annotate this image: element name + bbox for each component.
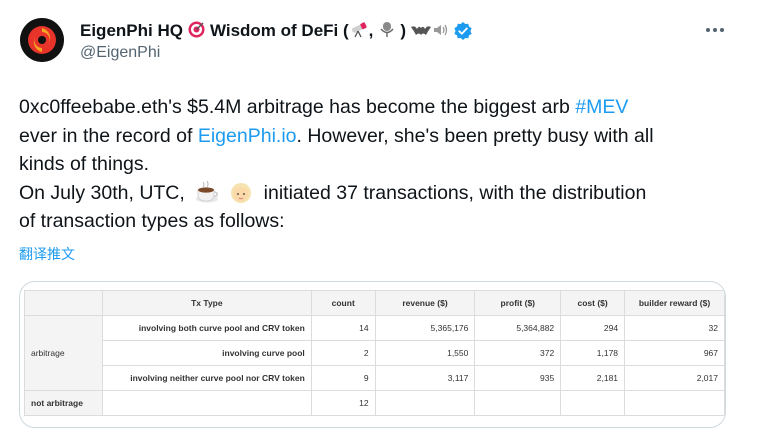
title-suffix: Wisdom of DeFi (	[209, 21, 349, 40]
revenue-cell: 3,117	[374, 365, 476, 391]
table-row: involving curve pool 2 1,550 372 1,178 9…	[25, 340, 725, 366]
table-header-empty	[24, 290, 103, 316]
translate-post-link[interactable]: 翻译推文	[19, 244, 75, 264]
profit-cell: 5,364,882	[474, 315, 562, 341]
tweet-line-5: of transaction types as follows:	[19, 210, 285, 232]
builder-reward-cell	[624, 390, 725, 416]
count-cell: 12	[310, 390, 376, 416]
tx-type-cell: involving neither curve pool nor CRV tok…	[101, 365, 312, 391]
tweet-line-3: kinds of things.	[19, 153, 150, 175]
tweet-text: 0xc0ffeebabe.eth's $5.4M arbitrage has b…	[19, 93, 739, 236]
profit-cell	[474, 390, 562, 416]
cost-cell: 294	[560, 315, 626, 341]
cost-cell: 2,181	[560, 365, 626, 391]
builder-reward-cell: 32	[624, 315, 725, 341]
count-cell: 9	[310, 365, 376, 391]
tweet-media-image[interactable]: Tx Type count revenue ($) profit ($) cos…	[19, 281, 726, 428]
eigenphi-link[interactable]: EigenPhi.io	[198, 125, 297, 147]
cost-cell: 1,178	[560, 340, 626, 366]
table-header-cell: cost ($)	[560, 290, 626, 316]
table-header-cell: profit ($)	[474, 290, 562, 316]
tx-type-cell: involving both curve pool and CRV token	[101, 315, 312, 341]
tx-distribution-table: Tx Type count revenue ($) profit ($) cos…	[24, 290, 725, 416]
tweet-line-4: On July 30th, UTC, initiated 37 transact…	[19, 178, 739, 208]
table-header-cell: revenue ($)	[374, 290, 476, 316]
tweet-text-segment: . However, she's been pretty busy with a…	[296, 124, 654, 147]
cost-cell	[560, 390, 626, 416]
tweet-line-2: ever in the record of EigenPhi.io. Howev…	[19, 122, 739, 151]
table-row: not arbitrage 12	[24, 390, 725, 416]
revenue-cell: 5,365,176	[374, 315, 476, 341]
mev-hashtag-link[interactable]: #MEV	[575, 96, 628, 118]
builder-reward-cell: 967	[624, 340, 725, 366]
tweet-text-segment: initiated 37 transactions, with the dist…	[263, 181, 647, 204]
target-emoji-icon	[188, 21, 205, 41]
author-handle[interactable]: @EigenPhi	[80, 44, 160, 62]
count-cell: 14	[310, 315, 376, 341]
table-header-cell: count	[310, 290, 376, 316]
tweet-text-segment: ever in the record of	[19, 124, 198, 147]
profit-cell: 372	[474, 340, 562, 366]
table-header-cell: Tx Type	[101, 290, 312, 316]
eigenphi-logo-icon	[20, 18, 64, 62]
baby-emoji-icon	[228, 178, 255, 205]
not-arbitrage-category-cell: not arbitrage	[24, 390, 103, 416]
table-row: involving neither curve pool nor CRV tok…	[25, 365, 725, 391]
speaker-emoji-icon	[433, 23, 449, 40]
title-mid: ,	[368, 21, 374, 40]
more-options-icon[interactable]	[701, 20, 729, 40]
tweet-line-1: 0xc0ffeebabe.eth's $5.4M arbitrage has b…	[19, 93, 739, 122]
tweet-text-segment: 0xc0ffeebabe.eth's $5.4M arbitrage has b…	[19, 96, 576, 118]
bat-emoji-icon	[410, 23, 432, 40]
author-name-row[interactable]: EigenPhi HQ Wisdom of DeFi ( , )	[80, 20, 473, 42]
revenue-cell	[374, 390, 476, 416]
builder-reward-cell: 2,017	[624, 365, 725, 391]
display-name[interactable]: EigenPhi HQ	[80, 21, 183, 41]
tweet-text-segment: On July 30th, UTC,	[19, 181, 185, 204]
microphone-emoji-icon	[380, 21, 394, 41]
arbitrage-category-cell: arbitrage	[24, 315, 103, 391]
table-header-row: Tx Type count revenue ($) profit ($) cos…	[24, 290, 725, 316]
coffee-emoji-icon	[194, 178, 221, 205]
tx-type-cell: involving curve pool	[101, 340, 312, 366]
verified-badge-icon	[453, 21, 473, 41]
profit-cell: 935	[474, 365, 562, 391]
table-row: arbitrage involving both curve pool and …	[24, 315, 725, 391]
revenue-cell: 1,550	[374, 340, 476, 366]
count-cell: 2	[310, 340, 376, 366]
avatar[interactable]	[20, 18, 64, 62]
table-header-cell: builder reward ($)	[624, 290, 725, 316]
title-end: )	[400, 21, 407, 40]
tx-type-cell	[101, 390, 312, 416]
telescope-emoji-icon	[350, 21, 368, 41]
